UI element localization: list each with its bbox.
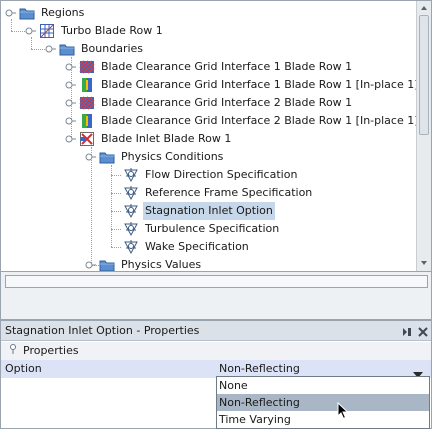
- tree-node-label: Regions: [41, 6, 85, 19]
- section-label: Properties: [23, 344, 79, 357]
- option-dropdown-list[interactable]: None Non-Reflecting Time Varying: [216, 376, 430, 429]
- horizontal-scrollbar[interactable]: [0, 272, 432, 292]
- dropdown-option-time-varying[interactable]: Time Varying: [217, 411, 429, 428]
- tree-node-blade-inlet[interactable]: Blade Inlet Blade Row 1: [65, 130, 233, 148]
- interface-boundary-icon: [79, 59, 95, 75]
- tree-node-turbulence[interactable]: Turbulence Specification: [123, 220, 281, 238]
- collapse-toggle-icon[interactable]: [45, 40, 57, 58]
- horizontal-scroll-track[interactable]: [5, 275, 428, 288]
- tree-vertical-scrollbar[interactable]: [416, 1, 431, 271]
- tree-node-label: Blade Inlet Blade Row 1: [101, 132, 232, 145]
- mouse-pointer-icon: [337, 401, 349, 423]
- folder-icon: [59, 41, 75, 57]
- tree-node-physics-values[interactable]: Physics Values: [85, 256, 203, 271]
- tree-node-boundaries[interactable]: Boundaries: [45, 40, 145, 58]
- tree-node-label: Blade Clearance Grid Interface 2 Blade R…: [101, 96, 353, 109]
- dropdown-option-non-reflecting[interactable]: Non-Reflecting: [217, 394, 429, 411]
- collapse-toggle-icon[interactable]: [85, 148, 97, 166]
- tree-node-label: Physics Conditions: [121, 150, 224, 163]
- folder-icon: [19, 5, 35, 21]
- expand-toggle-icon[interactable]: [65, 94, 77, 112]
- tree-node-label: Physics Values: [121, 258, 202, 271]
- tree-node-label: Turbo Blade Row 1: [61, 24, 163, 37]
- folder-icon: [99, 149, 115, 165]
- physics-condition-icon: [123, 239, 139, 255]
- panel-splitter[interactable]: [0, 292, 432, 320]
- tree-node-reference-frame[interactable]: Reference Frame Specification: [123, 184, 314, 202]
- tree-node-label: Flow Direction Specification: [145, 168, 298, 181]
- collapse-toggle-icon[interactable]: [5, 4, 17, 22]
- folder-icon: [99, 257, 115, 271]
- mesh-region-icon: [39, 23, 55, 39]
- expand-toggle-icon[interactable]: [85, 256, 97, 271]
- physics-condition-icon: [123, 221, 139, 237]
- expand-toggle-icon[interactable]: [65, 112, 77, 130]
- tree-node-label: Blade Clearance Grid Interface 1 Blade R…: [101, 60, 353, 73]
- tree-node-regions[interactable]: Regions: [5, 4, 86, 22]
- scroll-down-icon[interactable]: [417, 256, 431, 270]
- collapse-toggle-icon[interactable]: [65, 130, 77, 148]
- tree-node-physics-conditions[interactable]: Physics Conditions: [85, 148, 225, 166]
- tree-node-label: Wake Specification: [145, 240, 249, 253]
- properties-titlebar: Stagnation Inlet Option - Properties: [1, 321, 431, 341]
- expand-toggle-icon[interactable]: [65, 58, 77, 76]
- physics-condition-icon: [123, 185, 139, 201]
- tree-node-interface-2[interactable]: Blade Clearance Grid Interface 2 Blade R…: [65, 94, 354, 112]
- properties-section-header[interactable]: Properties: [1, 342, 431, 360]
- scrollbar-thumb[interactable]: [419, 15, 429, 135]
- dropdown-option-none[interactable]: None: [217, 377, 429, 394]
- tree-node-flow-direction[interactable]: Flow Direction Specification: [123, 166, 299, 184]
- simulation-tree[interactable]: Regions Turbo Blade Row 1 Boundaries Bla…: [0, 0, 432, 272]
- tree-node-label: Turbulence Specification: [145, 222, 280, 235]
- tree-node-turbo-blade-row[interactable]: Turbo Blade Row 1: [25, 22, 165, 40]
- physics-condition-icon: [123, 167, 139, 183]
- tree-node-stagnation-inlet-option[interactable]: Stagnation Inlet Option: [123, 202, 275, 220]
- scroll-up-icon[interactable]: [417, 1, 431, 15]
- tree-node-interface-1[interactable]: Blade Clearance Grid Interface 1 Blade R…: [65, 58, 354, 76]
- property-key: Option: [5, 362, 42, 375]
- collapse-toggle-icon[interactable]: [25, 22, 37, 40]
- inlet-boundary-icon: [79, 131, 95, 147]
- pin-icon: [9, 342, 17, 360]
- tree-node-label: Stagnation Inlet Option: [143, 202, 275, 220]
- properties-title: Stagnation Inlet Option - Properties: [5, 324, 200, 337]
- interface-boundary-icon: [79, 95, 95, 111]
- tree-node-label: Boundaries: [81, 42, 144, 55]
- tree-node-wake[interactable]: Wake Specification: [123, 238, 251, 256]
- tree-node-interface-2-inplace[interactable]: Blade Clearance Grid Interface 2 Blade R…: [65, 112, 421, 130]
- tree-node-label: Blade Clearance Grid Interface 2 Blade R…: [101, 114, 419, 127]
- in-place-boundary-icon: [79, 113, 95, 129]
- tree-node-label: Reference Frame Specification: [145, 186, 313, 199]
- physics-condition-icon: [123, 203, 139, 219]
- tree-node-interface-1-inplace[interactable]: Blade Clearance Grid Interface 1 Blade R…: [65, 76, 421, 94]
- expand-toggle-icon[interactable]: [65, 76, 77, 94]
- tree-node-label: Blade Clearance Grid Interface 1 Blade R…: [101, 78, 419, 91]
- in-place-boundary-icon: [79, 77, 95, 93]
